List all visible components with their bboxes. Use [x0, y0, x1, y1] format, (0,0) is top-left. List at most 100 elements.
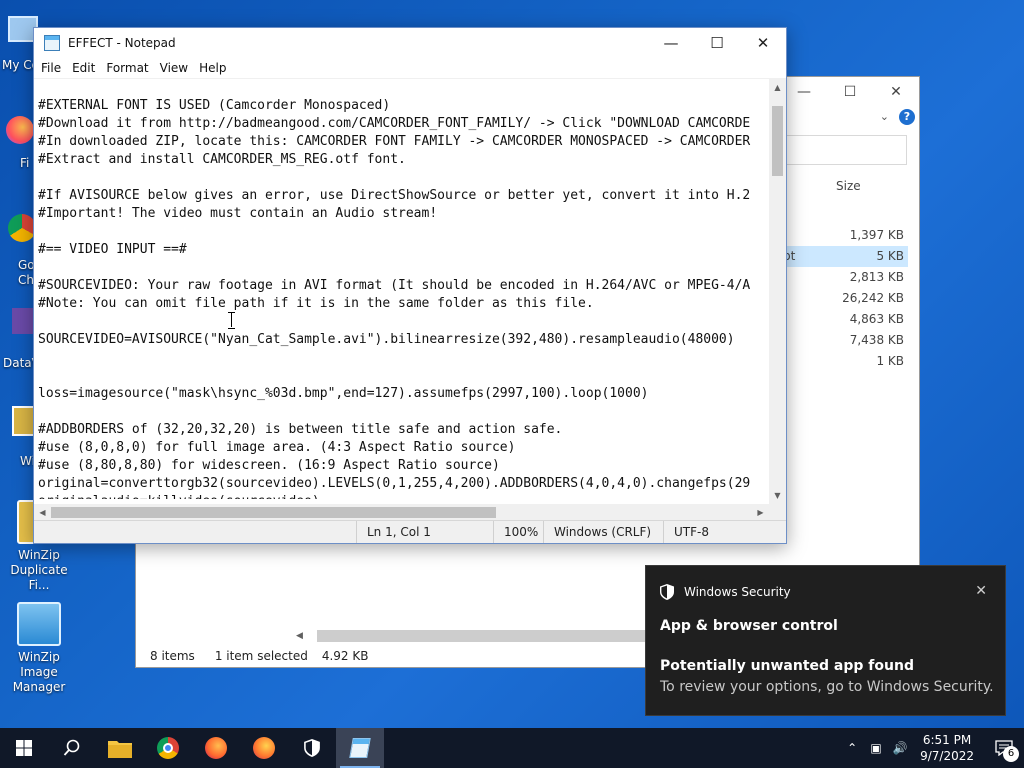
- winzip-image-manager-icon: [17, 602, 61, 646]
- toast-title: Potentially unwanted app found: [660, 658, 914, 674]
- scroll-down-arrow-icon[interactable]: ▼: [769, 487, 786, 504]
- scrollbar-thumb[interactable]: [316, 630, 677, 642]
- windows-security-toast[interactable]: Windows Security ✕ App & browser control…: [645, 565, 1006, 716]
- menu-edit[interactable]: Edit: [67, 61, 101, 75]
- start-button[interactable]: [0, 728, 48, 768]
- clock[interactable]: 6:51 PM 9/7/2022: [920, 732, 974, 764]
- file-size: 5 KB: [876, 249, 904, 263]
- search-icon: [63, 739, 80, 756]
- file-row[interactable]: 7,438 KB: [781, 330, 908, 351]
- size-column-header[interactable]: Size: [836, 179, 861, 193]
- text-line[interactable]: #use (8,80,8,80) for widescreen. (16:9 A…: [38, 457, 768, 475]
- notepad-icon: [349, 738, 371, 758]
- clock-date: 9/7/2022: [920, 749, 974, 763]
- scroll-left-arrow-icon[interactable]: ◀: [34, 508, 51, 517]
- desktop-icon-winzip-image-manager[interactable]: WinZip Image Manager: [0, 602, 79, 695]
- file-row[interactable]: 2,813 KB: [781, 267, 908, 288]
- text-line[interactable]: #Download it from http://badmeangood.com…: [38, 115, 768, 133]
- taskbar-firefox[interactable]: [192, 728, 240, 768]
- toast-body: To review your options, go to Windows Se…: [660, 679, 994, 695]
- desktop-icon-dataviz-partial[interactable]: DataV: [0, 302, 40, 372]
- menu-view[interactable]: View: [155, 61, 194, 75]
- text-editor-area[interactable]: #EXTERNAL FONT IS USED (Camcorder Monosp…: [34, 78, 786, 521]
- explorer-close-button[interactable]: ✕: [873, 77, 919, 107]
- search-button[interactable]: [48, 728, 96, 768]
- file-row[interactable]: 4,863 KB: [781, 309, 908, 330]
- text-line[interactable]: #use (8,0,8,0) for full image area. (4:3…: [38, 439, 768, 457]
- folder-icon: [108, 741, 132, 758]
- file-row[interactable]: 1 KB: [781, 351, 908, 372]
- taskbar-chrome[interactable]: [144, 728, 192, 768]
- maximize-button[interactable]: ☐: [694, 28, 740, 58]
- ribbon-expand-chevron-icon[interactable]: ⌄: [880, 110, 889, 123]
- vertical-scrollbar-thumb[interactable]: [772, 106, 783, 176]
- vertical-scrollbar[interactable]: ▲ ▼: [769, 79, 786, 504]
- file-row[interactable]: 1,397 KB: [781, 225, 908, 246]
- desktop-icon-winzip-partial[interactable]: Wi: [0, 400, 36, 470]
- text-line[interactable]: #Extract and install CAMCORDER_MS_REG.ot…: [38, 151, 768, 169]
- text-line[interactable]: original=converttorgb32(sourcevideo).LEV…: [38, 475, 768, 493]
- explorer-minimize-button[interactable]: —: [781, 77, 827, 107]
- help-icon[interactable]: ?: [899, 109, 915, 125]
- explorer-maximize-button[interactable]: ☐: [827, 77, 873, 107]
- file-row[interactable]: 26,242 KB: [781, 288, 908, 309]
- file-row-selected[interactable]: pt 5 KB: [781, 246, 908, 267]
- window-title: EFFECT - Notepad: [68, 36, 176, 50]
- text-line[interactable]: #ADDBORDERS of (32,20,32,20) is between …: [38, 421, 768, 439]
- volume-icon[interactable]: 🔊: [888, 741, 912, 755]
- text-line[interactable]: #If AVISOURCE below gives an error, use …: [38, 187, 768, 205]
- firefox-icon: [6, 116, 34, 144]
- show-hidden-icons-chevron-icon[interactable]: ⌃: [840, 741, 864, 755]
- text-line[interactable]: SOURCEVIDEO=AVISOURCE("Nyan_Cat_Sample.a…: [38, 331, 768, 349]
- selection-size: 4.92 KB: [321, 649, 369, 663]
- explorer-search-input[interactable]: [777, 135, 907, 165]
- scroll-left-arrow-icon[interactable]: ◀: [296, 631, 303, 641]
- line-ending: Windows (CRLF): [543, 521, 651, 543]
- desktop-icon-firefox-partial[interactable]: Fi: [0, 110, 34, 172]
- taskbar-firefox-2[interactable]: [240, 728, 288, 768]
- close-button[interactable]: ✕: [740, 28, 786, 58]
- menu-file[interactable]: File: [36, 61, 67, 75]
- taskbar-notepad[interactable]: [336, 728, 384, 768]
- text-line[interactable]: #SOURCEVIDEO: Your raw footage in AVI fo…: [38, 277, 768, 295]
- text-cursor-icon: [228, 312, 236, 329]
- notepad-window[interactable]: EFFECT - Notepad — ☐ ✕ File Edit Format …: [33, 27, 787, 544]
- toast-close-icon[interactable]: ✕: [975, 583, 987, 599]
- scroll-right-arrow-icon[interactable]: ▶: [752, 508, 769, 517]
- text-line[interactable]: #== VIDEO INPUT ==#: [38, 241, 768, 259]
- notepad-title-bar[interactable]: EFFECT - Notepad — ☐ ✕: [34, 28, 786, 58]
- text-line[interactable]: #Important! The video must contain an Au…: [38, 205, 768, 223]
- horizontal-scrollbar[interactable]: ◀ ▶: [34, 504, 769, 521]
- text-line[interactable]: [38, 349, 768, 367]
- clock-time: 6:51 PM: [922, 733, 972, 747]
- text-line[interactable]: [38, 367, 768, 385]
- text-line[interactable]: #Note: You can omit file path if it is i…: [38, 295, 768, 313]
- network-icon[interactable]: ▣: [864, 741, 888, 755]
- horizontal-scrollbar-thumb[interactable]: [51, 507, 496, 518]
- encoding: UTF-8: [663, 521, 709, 543]
- minimize-button[interactable]: —: [648, 28, 694, 58]
- scroll-up-arrow-icon[interactable]: ▲: [769, 79, 786, 96]
- menu-format[interactable]: Format: [101, 61, 154, 75]
- system-tray: ⌃ ▣ 🔊 6:51 PM 9/7/2022 6: [840, 728, 1024, 768]
- text-line[interactable]: #In downloaded ZIP, locate this: CAMCORD…: [38, 133, 768, 151]
- explorer-window-controls: — ☐ ✕: [781, 77, 919, 107]
- desktop-icon-chrome-partial[interactable]: Go Ch: [0, 208, 36, 288]
- text-line[interactable]: originalaudio=killvideo(sourcevideo): [38, 493, 768, 499]
- text-line[interactable]: #EXTERNAL FONT IS USED (Camcorder Monosp…: [38, 97, 768, 115]
- action-center-button[interactable]: 6: [984, 728, 1024, 768]
- desktop-icon-label: Go Ch: [18, 258, 35, 287]
- taskbar-file-explorer[interactable]: [96, 728, 144, 768]
- text-line[interactable]: loss=imagesource("mask\hsync_%03d.bmp",e…: [38, 385, 768, 403]
- text-line[interactable]: [38, 223, 768, 241]
- text-line[interactable]: [38, 403, 768, 421]
- text-line[interactable]: [38, 169, 768, 187]
- document-text[interactable]: #EXTERNAL FONT IS USED (Camcorder Monosp…: [38, 97, 768, 499]
- taskbar-windows-security[interactable]: [288, 728, 336, 768]
- taskbar: ⌃ ▣ 🔊 6:51 PM 9/7/2022 6: [0, 728, 1024, 768]
- menu-help[interactable]: Help: [194, 61, 232, 75]
- text-line[interactable]: [38, 313, 768, 331]
- toast-heading: App & browser control: [660, 618, 838, 634]
- chrome-icon: [157, 737, 179, 759]
- text-line[interactable]: [38, 259, 768, 277]
